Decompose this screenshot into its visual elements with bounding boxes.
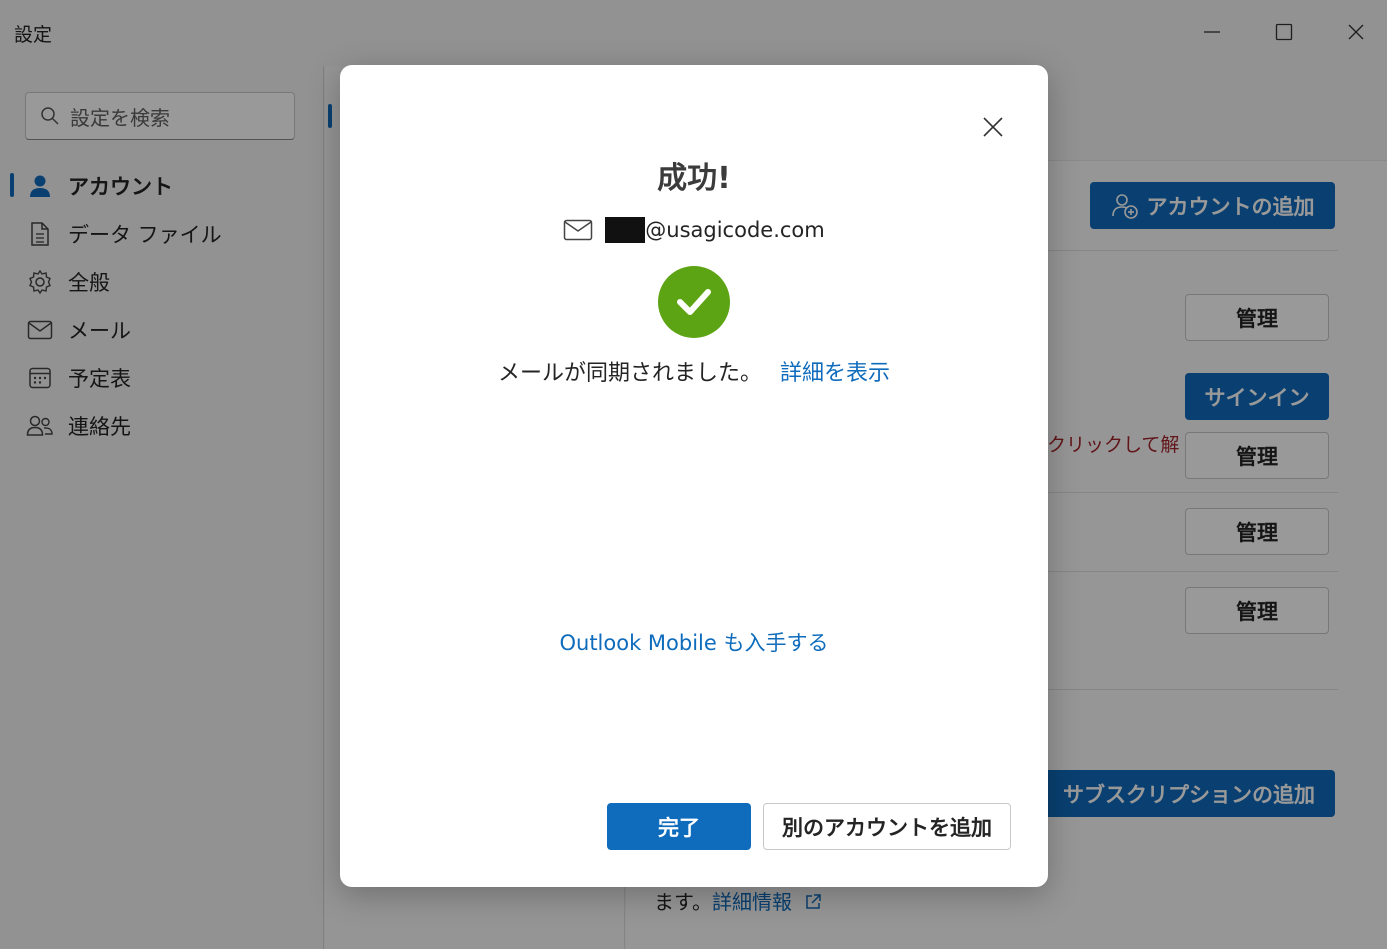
done-button[interactable]: 完了 [607, 803, 751, 850]
get-outlook-mobile-link[interactable]: Outlook Mobile も入手する [340, 627, 1048, 657]
success-check-icon [658, 266, 730, 338]
sync-status-text: メールが同期されました。 [497, 361, 762, 386]
redacted-username [605, 217, 646, 243]
success-dialog: 成功! @usagicode.com メールが同期されました。 詳細を表示 Out… [340, 65, 1048, 887]
account-email: @usagicode.com [340, 217, 1048, 243]
view-details-link[interactable]: 詳細を表示 [780, 361, 890, 386]
sync-status: メールが同期されました。 詳細を表示 [340, 355, 1048, 387]
dialog-close-button[interactable] [973, 107, 1013, 147]
email-domain: @usagicode.com [645, 218, 825, 242]
mail-icon [564, 219, 593, 241]
dialog-title: 成功! [657, 161, 731, 196]
add-another-account-button[interactable]: 別のアカウントを追加 [763, 803, 1011, 850]
close-icon [983, 117, 1003, 137]
